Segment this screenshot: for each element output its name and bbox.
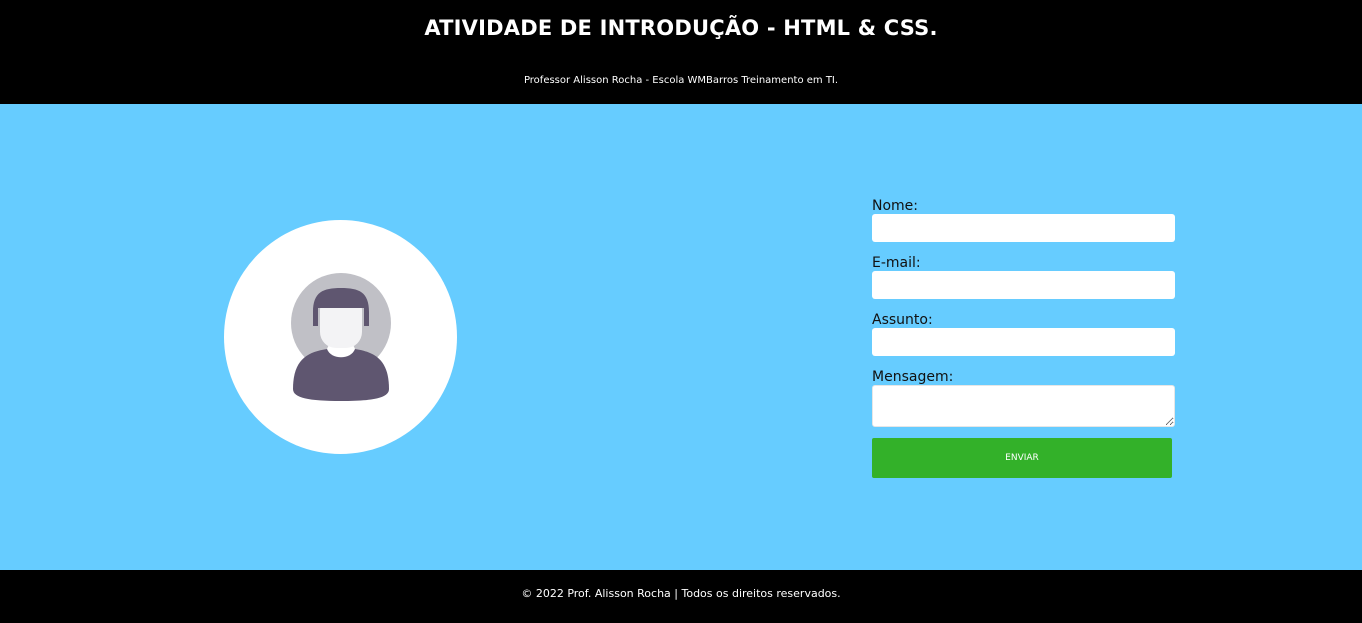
message-textarea[interactable] <box>872 385 1175 427</box>
main-section: Nome: E-mail: Assunto: Mensagem: ENVIAR <box>0 104 1362 570</box>
user-avatar-icon <box>291 273 391 401</box>
message-label: Mensagem: <box>872 369 954 385</box>
page-subtitle: Professor Alisson Rocha - Escola WMBarro… <box>523 75 839 86</box>
subject-label: Assunto: <box>872 312 933 328</box>
avatar <box>224 220 457 454</box>
name-input[interactable] <box>872 214 1175 242</box>
email-label: E-mail: <box>872 255 921 271</box>
page-title: ATIVIDADE DE INTRODUÇÃO - HTML & CSS. <box>424 16 938 40</box>
email-input[interactable] <box>872 271 1175 299</box>
subject-input[interactable] <box>872 328 1175 356</box>
page-header: ATIVIDADE DE INTRODUÇÃO - HTML & CSS. Pr… <box>0 0 1362 104</box>
name-label: Nome: <box>872 198 919 214</box>
footer-copyright: © 2022 Prof. Alisson Rocha | Todos os di… <box>521 587 841 600</box>
contact-form: Nome: E-mail: Assunto: Mensagem: ENVIAR <box>872 198 1175 478</box>
page-footer: © 2022 Prof. Alisson Rocha | Todos os di… <box>0 570 1362 623</box>
send-button[interactable]: ENVIAR <box>872 438 1172 478</box>
